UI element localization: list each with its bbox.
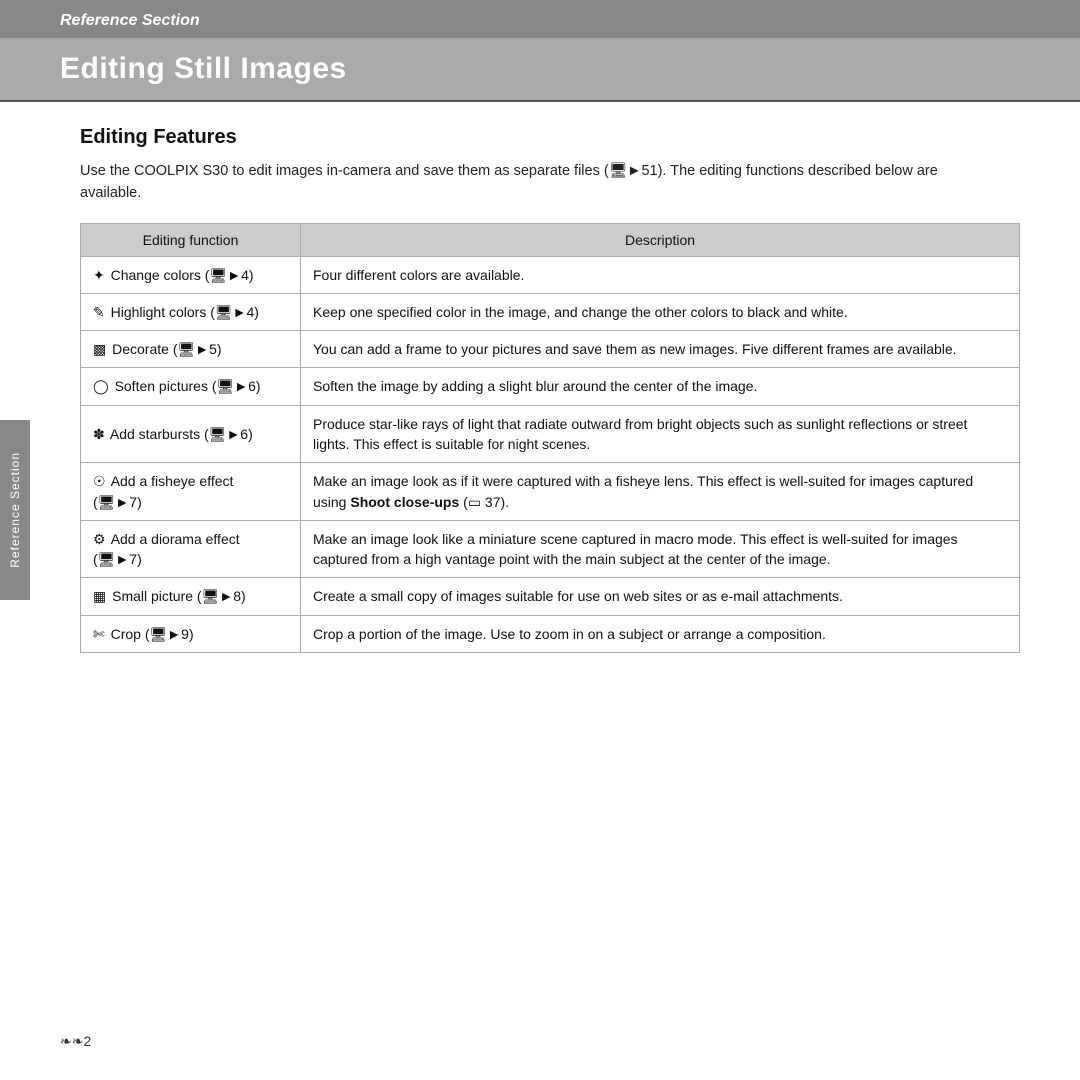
section-title: Editing Features xyxy=(80,126,1020,149)
content-area: Editing Features Use the COOLPIX S30 to … xyxy=(0,102,1080,677)
desc-cell: Soften the image by adding a slight blur… xyxy=(301,368,1020,405)
func-label: Crop (🖥►9) xyxy=(111,626,194,642)
bold-text: Shoot close-ups xyxy=(350,494,459,510)
page-title-area: Editing Still Images xyxy=(0,38,1080,102)
desc-cell: Make an image look as if it were capture… xyxy=(301,463,1020,521)
desc-cell: Keep one specified color in the image, a… xyxy=(301,293,1020,330)
page-number: ❧❧2 xyxy=(60,1033,91,1049)
func-cell: ✄ Crop (🖥►9) xyxy=(81,615,301,652)
change-colors-icon: ✦ xyxy=(93,265,105,285)
small-picture-icon: ▦ xyxy=(93,586,106,606)
func-label: Change colors (🖥►4) xyxy=(111,267,254,283)
table-row: ✦ Change colors (🖥►4) Four different col… xyxy=(81,256,1020,293)
desc-cell: Four different colors are available. xyxy=(301,256,1020,293)
sidebar-label: Reference Section xyxy=(0,420,30,600)
highlight-colors-icon: ✎ xyxy=(93,302,105,322)
table-row: ◯ Soften pictures (🖥►6) Soften the image… xyxy=(81,368,1020,405)
fisheye-icon: ☉ xyxy=(93,471,106,491)
starburst-icon: ✽ xyxy=(93,424,105,444)
func-cell: ✎ Highlight colors (🖥►4) xyxy=(81,293,301,330)
func-cell: ⚙ Add a diorama effect(🖥►7) xyxy=(81,520,301,578)
func-label: Add a fisheye effect(🖥►7) xyxy=(93,473,233,509)
table-row: ▩ Decorate (🖥►5) You can add a frame to … xyxy=(81,331,1020,368)
func-label: Add a diorama effect(🖥►7) xyxy=(93,531,240,567)
col-header-function: Editing function xyxy=(81,223,301,256)
col-header-description: Description xyxy=(301,223,1020,256)
sidebar-label-text: Reference Section xyxy=(8,452,22,568)
page-title: Editing Still Images xyxy=(60,52,1020,86)
func-cell: ✽ Add starbursts (🖥►6) xyxy=(81,405,301,463)
func-label: Small picture (🖥►8) xyxy=(112,588,246,604)
func-cell: ▩ Decorate (🖥►5) xyxy=(81,331,301,368)
table-row: ⚙ Add a diorama effect(🖥►7) Make an imag… xyxy=(81,520,1020,578)
table-row: ✎ Highlight colors (🖥►4) Keep one specif… xyxy=(81,293,1020,330)
func-cell: ◯ Soften pictures (🖥►6) xyxy=(81,368,301,405)
table-row: ▦ Small picture (🖥►8) Create a small cop… xyxy=(81,578,1020,615)
desc-cell: Produce star-like rays of light that rad… xyxy=(301,405,1020,463)
editing-features-table: Editing function Description ✦ Change co… xyxy=(80,223,1020,654)
diorama-icon: ⚙ xyxy=(93,529,106,549)
decorate-icon: ▩ xyxy=(93,339,106,359)
table-row: ✄ Crop (🖥►9) Crop a portion of the image… xyxy=(81,615,1020,652)
func-cell: ✦ Change colors (🖥►4) xyxy=(81,256,301,293)
func-label: Highlight colors (🖥►4) xyxy=(111,304,259,320)
func-cell: ☉ Add a fisheye effect(🖥►7) xyxy=(81,463,301,521)
func-label: Soften pictures (🖥►6) xyxy=(115,378,261,394)
desc-cell: Make an image look like a miniature scen… xyxy=(301,520,1020,578)
page-footer: ❧❧2 xyxy=(60,1033,91,1050)
table-row: ✽ Add starbursts (🖥►6) Produce star-like… xyxy=(81,405,1020,463)
reference-section-label: Reference Section xyxy=(60,12,200,29)
desc-cell: Crop a portion of the image. Use to zoom… xyxy=(301,615,1020,652)
desc-cell: Create a small copy of images suitable f… xyxy=(301,578,1020,615)
crop-icon: ✄ xyxy=(93,624,105,644)
desc-cell: You can add a frame to your pictures and… xyxy=(301,331,1020,368)
top-bar: Reference Section xyxy=(0,0,1080,38)
func-cell: ▦ Small picture (🖥►8) xyxy=(81,578,301,615)
table-row: ☉ Add a fisheye effect(🖥►7) Make an imag… xyxy=(81,463,1020,521)
func-label: Add starbursts (🖥►6) xyxy=(110,426,253,442)
func-label: Decorate (🖥►5) xyxy=(112,341,221,357)
intro-text: Use the COOLPIX S30 to edit images in-ca… xyxy=(80,161,980,205)
soften-icon: ◯ xyxy=(93,376,109,396)
